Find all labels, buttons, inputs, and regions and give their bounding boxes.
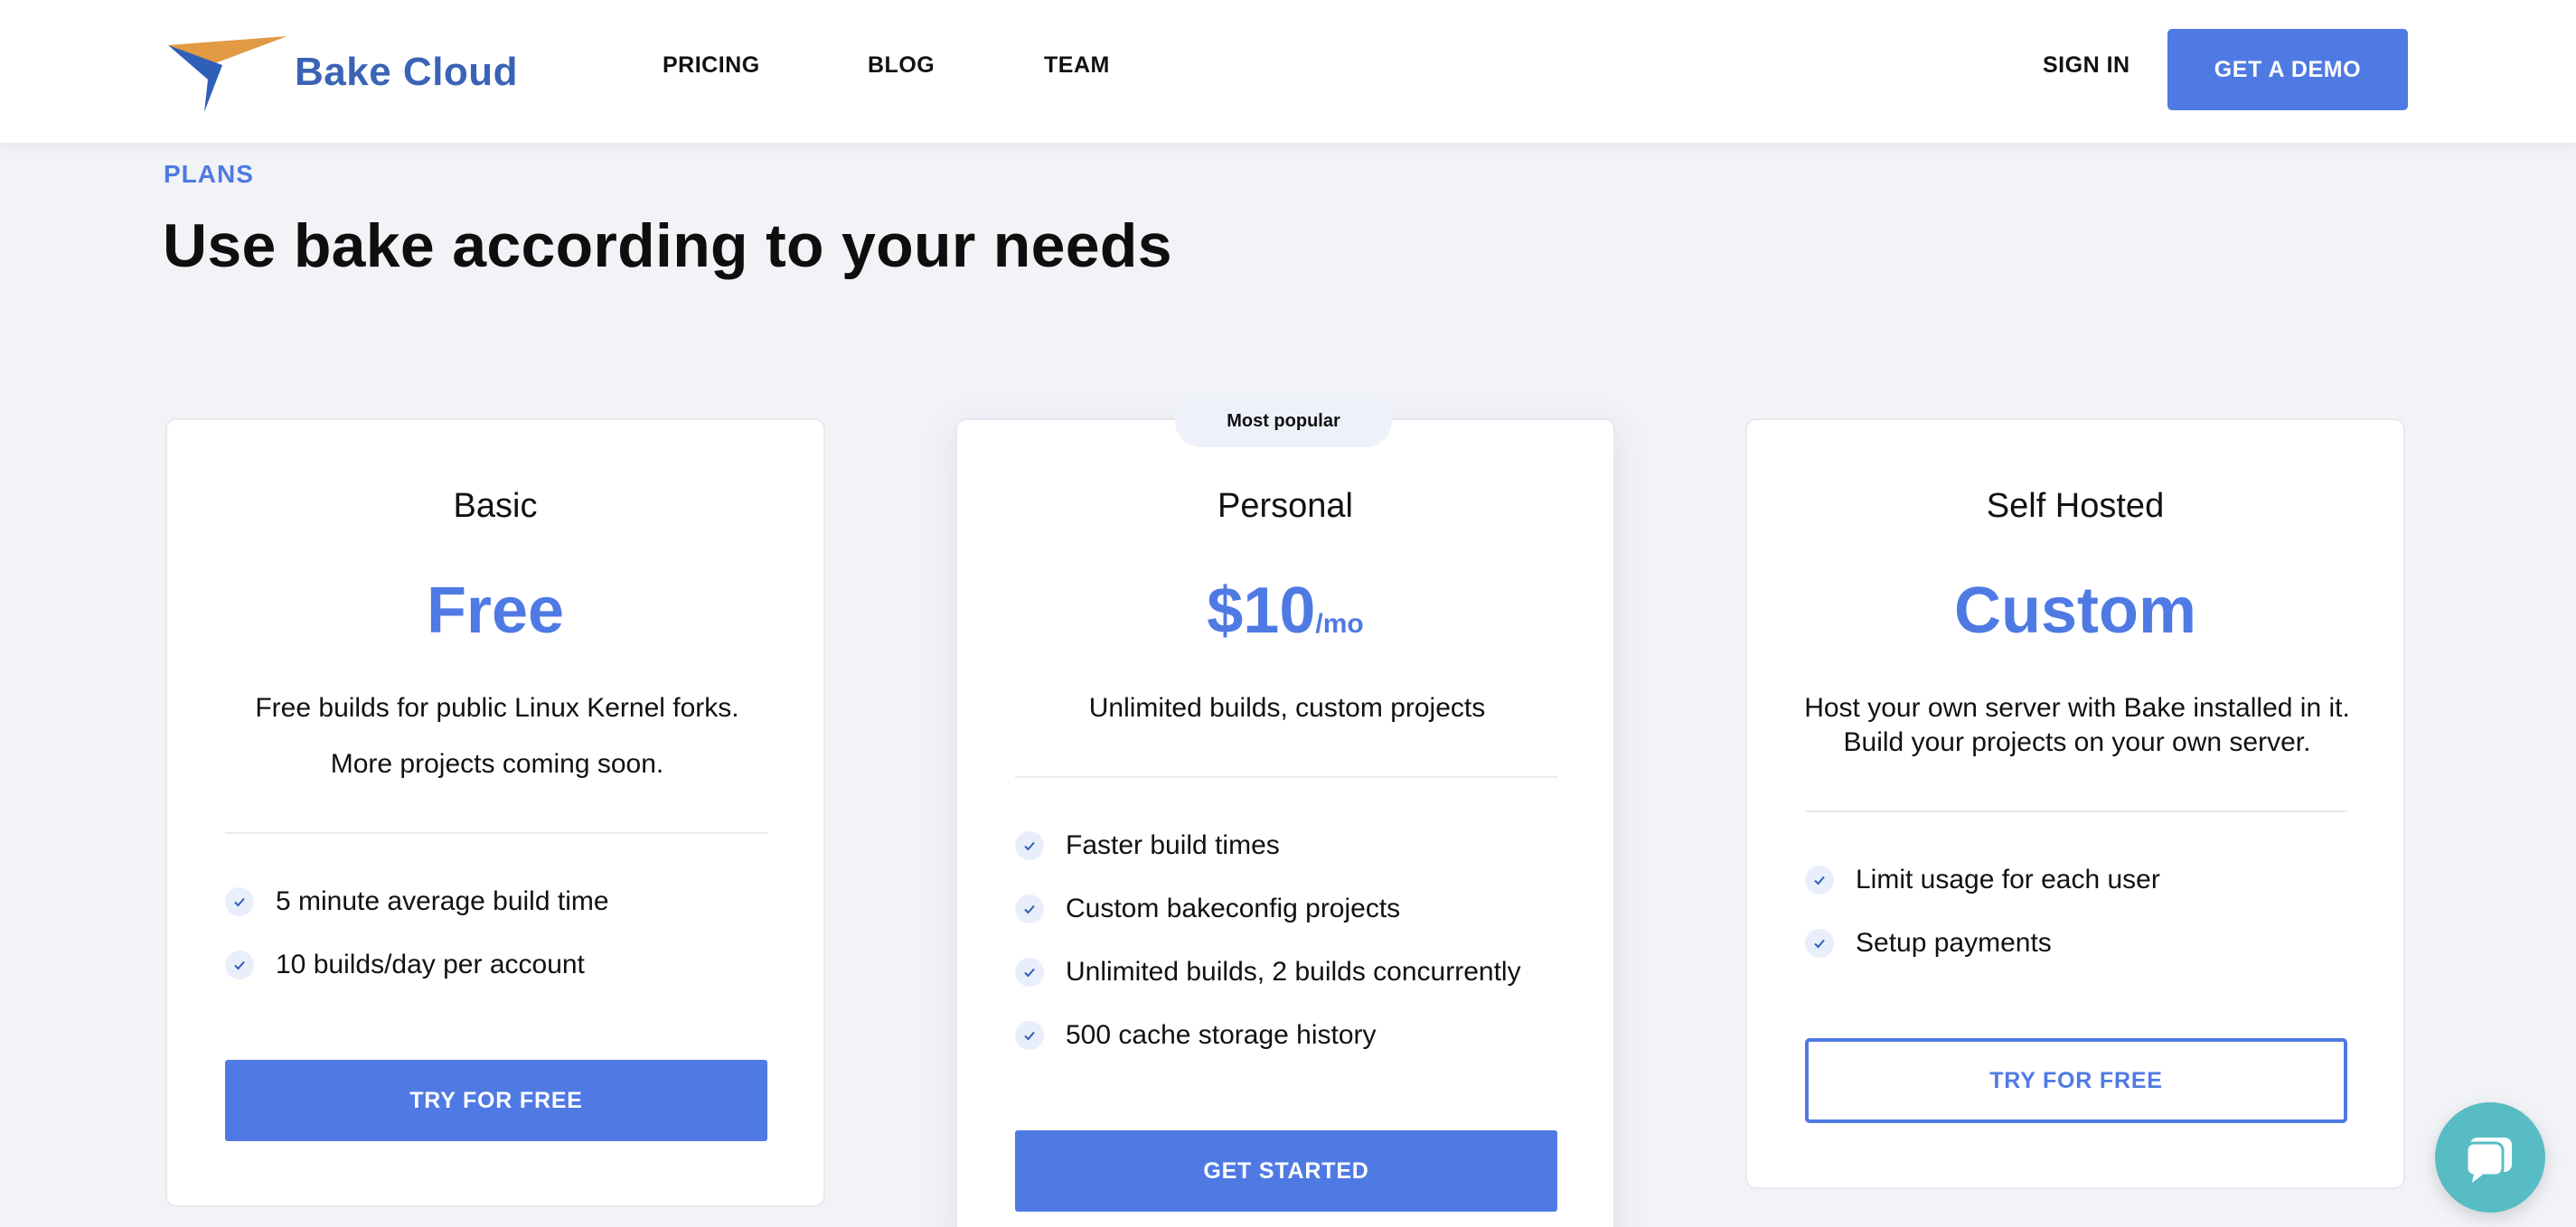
plan-name: Personal: [1217, 487, 1353, 525]
plan-description-secondary: More projects coming soon.: [330, 749, 664, 779]
price-unit: /mo: [1315, 609, 1364, 639]
nav-item-team[interactable]: TEAM: [1044, 52, 1110, 79]
nav-item-blog[interactable]: BLOG: [868, 52, 935, 79]
page-title: Use bake according to your needs: [163, 211, 1172, 280]
feature-text: Limit usage for each user: [1856, 865, 2160, 894]
plan-description: Host your own server with Bake installed…: [1804, 693, 2350, 757]
plan-description: Free builds for public Linux Kernel fork…: [255, 693, 739, 723]
feature-item: Custom bakeconfig projects: [1015, 894, 1400, 924]
price-amount: Free: [426, 575, 565, 647]
feature-item: 5 minute average build time: [225, 886, 609, 917]
plan-card-self-hosted: Self Hosted Custom Host your own server …: [1745, 418, 2405, 1189]
brand-name: Bake Cloud: [295, 50, 519, 94]
divider: [225, 832, 767, 834]
section-eyebrow: PLANS: [164, 160, 254, 188]
feature-item: 500 cache storage history: [1015, 1020, 1377, 1051]
get-started-button[interactable]: GET STARTED: [1015, 1130, 1557, 1212]
nav-item-pricing[interactable]: PRICING: [663, 52, 760, 79]
feature-text: 5 minute average build time: [276, 886, 609, 916]
chat-icon: [2465, 1138, 2512, 1183]
check-icon: [1015, 831, 1044, 860]
feature-text: Unlimited builds, 2 builds concurrently: [1066, 957, 1521, 987]
feature-text: 500 cache storage history: [1066, 1020, 1377, 1050]
feature-text: Setup payments: [1856, 928, 2052, 958]
price-amount: $10: [1207, 575, 1316, 647]
feature-item: Faster build times: [1015, 830, 1280, 861]
feature-text: Custom bakeconfig projects: [1066, 894, 1401, 923]
feature-item: Setup payments: [1805, 928, 2052, 959]
plan-name: Self Hosted: [1986, 487, 2165, 525]
bake-cloud-logo-icon: [168, 36, 287, 112]
feature-text: Faster build times: [1066, 830, 1280, 860]
plan-description: Unlimited builds, custom projects: [1088, 693, 1486, 723]
plan-price: Custom: [1747, 574, 2403, 648]
divider: [1805, 810, 2347, 812]
price-amount: Custom: [1954, 575, 2196, 647]
plan-card-personal: Personal $10/mo Unlimited builds, custom…: [955, 418, 1615, 1227]
check-icon: [225, 951, 254, 979]
check-icon: [1015, 894, 1044, 923]
chat-button[interactable]: [2435, 1102, 2545, 1213]
try-for-free-button[interactable]: TRY FOR FREE: [225, 1060, 767, 1141]
plan-name: Basic: [453, 487, 538, 525]
feature-item: 10 builds/day per account: [225, 950, 585, 980]
brand-logo[interactable]: Bake Cloud: [168, 33, 518, 112]
plan-price: Free: [167, 574, 823, 648]
check-icon: [1015, 958, 1044, 987]
check-icon: [1805, 929, 1834, 958]
sign-in-link[interactable]: SIGN IN: [2043, 52, 2130, 79]
plan-card-basic: Basic Free Free builds for public Linux …: [165, 418, 825, 1207]
try-for-free-button[interactable]: TRY FOR FREE: [1805, 1038, 2347, 1123]
feature-item: Unlimited builds, 2 builds concurrently: [1015, 957, 1521, 988]
check-icon: [1015, 1021, 1044, 1050]
feature-item: Limit usage for each user: [1805, 865, 2160, 895]
get-demo-button[interactable]: GET A DEMO: [2167, 29, 2408, 110]
site-header: Bake Cloud PRICING BLOG TEAM SIGN IN GET…: [0, 0, 2576, 143]
check-icon: [1805, 866, 1834, 894]
plan-price: $10/mo: [957, 574, 1613, 648]
check-icon: [225, 887, 254, 916]
most-popular-badge: Most popular: [1175, 395, 1392, 447]
divider: [1015, 776, 1557, 778]
feature-text: 10 builds/day per account: [276, 950, 585, 979]
